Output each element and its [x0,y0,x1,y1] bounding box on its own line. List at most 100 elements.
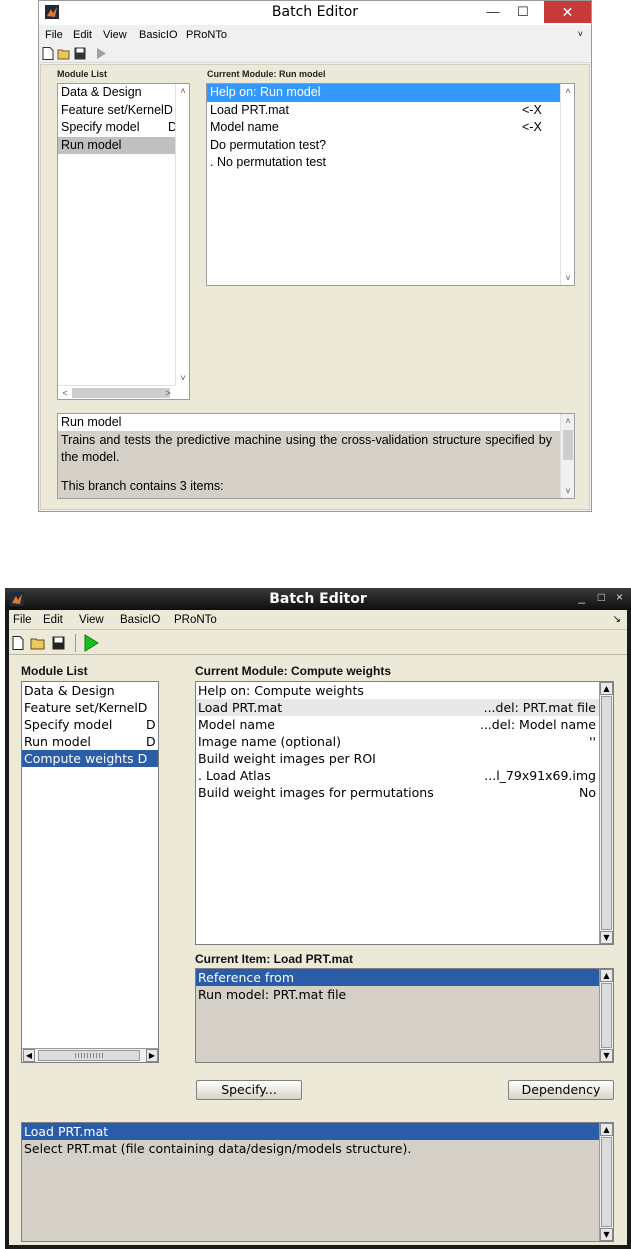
menu-edit[interactable]: Edit [73,29,92,41]
item-help[interactable]: Help on: Compute weights [196,682,599,699]
current-module-scrollbar[interactable]: ˄ ˅ [560,84,574,285]
open-folder-icon[interactable] [57,47,71,60]
scroll-left-icon[interactable]: < [58,386,72,399]
item-load-prt[interactable]: Load PRT.mat ...del: PRT.mat file [196,699,599,716]
item-help[interactable]: Help on: Run model [207,84,560,102]
scroll-right-icon[interactable]: > [161,386,175,399]
minimize-icon[interactable]: _ [578,590,585,604]
module-list-hscrollbar[interactable]: ◀ ▶ [22,1048,158,1062]
menu-basicio[interactable]: BasicIO [120,614,160,626]
help-scroll-thumb[interactable] [563,430,573,460]
current-item-list[interactable]: Reference from Run model: PRT.mat file ▲… [195,968,614,1063]
run-icon[interactable] [95,47,107,60]
scroll-down-icon[interactable]: ▼ [600,931,613,944]
menu-basicio[interactable]: BasicIO [139,29,178,41]
item-no-permutation[interactable]: . No permutation test [207,154,574,172]
chevron-down-icon[interactable]: ˅ [578,29,583,39]
item-image-name[interactable]: Image name (optional) '' [196,733,599,750]
module-list-scrollbar[interactable]: ˄ ˅ [175,84,189,385]
item-build-per-roi[interactable]: Build weight images per ROI [196,750,599,767]
scroll-down-icon[interactable]: ˅ [561,484,574,498]
item-permutation[interactable]: Do permutation test? [207,137,574,155]
help-title: Load PRT.mat [22,1123,599,1140]
current-module-list[interactable]: Help on: Compute weights Load PRT.mat...… [195,681,614,945]
close-icon[interactable]: × [616,590,623,604]
scroll-up-icon[interactable]: ˄ [561,84,574,98]
open-folder-icon[interactable] [30,636,46,650]
help-text: Select PRT.mat (file containing data/des… [24,1141,412,1156]
scroll-thumb[interactable] [601,983,612,1048]
module-item-data-design[interactable]: Data & Design [22,682,158,699]
menu-view[interactable]: View [103,29,127,41]
save-icon[interactable] [52,636,65,650]
chevron-down-icon[interactable]: ↘ [613,614,621,625]
current-module-list[interactable]: Help on: Run model Load PRT.mat <-X Model… [206,83,575,286]
module-item-feature-set[interactable]: Feature set/KernelD [22,699,158,716]
scroll-down-icon[interactable]: ˅ [176,371,189,385]
module-item-feature-set[interactable]: Feature set/KernelD [58,102,189,120]
window-title: Batch Editor [269,591,367,607]
module-list-hscrollbar[interactable]: < > [58,385,175,399]
current-item-label: Current Item: Load PRT.mat [195,952,354,966]
minimize-icon[interactable]: — [479,1,507,23]
maximize-icon[interactable]: □ [598,590,605,604]
module-item-specify-model[interactable]: Specify model D [22,716,158,733]
scroll-left-icon[interactable]: ◀ [23,1049,35,1062]
module-list-label: Module List [57,69,107,79]
current-item-scrollbar[interactable]: ▲ ▼ [599,969,613,1062]
menu-file[interactable]: File [45,29,63,41]
item-load-atlas[interactable]: . Load Atlas ...l_79x91x69.img [196,767,599,784]
batch-editor-panel: Module List Current Module: Compute weig… [9,656,627,1245]
scroll-down-icon[interactable]: ▼ [600,1228,613,1241]
maximize-icon[interactable]: ☐ [509,1,537,23]
hscroll-thumb[interactable] [38,1050,140,1061]
scroll-up-icon[interactable]: ▲ [600,1123,613,1136]
item-load-prt[interactable]: Load PRT.mat <-X [207,102,574,120]
module-item-specify-model[interactable]: Specify model D [58,119,189,137]
dependency-button[interactable]: Dependency [508,1080,614,1100]
scroll-up-icon[interactable]: ˄ [176,84,189,98]
scroll-thumb[interactable] [601,1137,612,1227]
module-item-data-design[interactable]: Data & Design [58,84,189,102]
menu-pronto[interactable]: PRoNTo [174,614,217,626]
title-bar[interactable]: Batch Editor — ☐ ✕ [39,1,591,25]
item-model-name[interactable]: Model name ...del: Model name [196,716,599,733]
module-list[interactable]: Data & Design Feature set/KernelD Specif… [57,83,190,400]
module-item-run-model[interactable]: Run model [58,136,189,154]
menu-file[interactable]: File [13,614,32,626]
batch-editor-window-2: Batch Editor _ □ × File Edit View BasicI… [5,588,631,1249]
menu-pronto[interactable]: PRoNTo [186,29,227,41]
hscroll-thumb[interactable] [72,388,170,398]
close-icon[interactable]: ✕ [544,1,591,23]
scroll-down-icon[interactable]: ▼ [600,1049,613,1062]
help-more: This branch contains 3 items: [61,479,224,493]
scroll-down-icon[interactable]: ˅ [561,271,574,285]
module-list[interactable]: Data & Design Feature set/KernelD Specif… [21,681,159,1063]
current-item-run-model-ref[interactable]: Run model: PRT.mat file [196,986,599,1003]
new-file-icon[interactable] [12,636,24,650]
scroll-thumb[interactable] [601,696,612,930]
specify-button[interactable]: Specify... [196,1080,302,1100]
menu-view[interactable]: View [79,614,104,626]
help-scrollbar[interactable]: ˄ ˅ [560,414,574,498]
item-build-permutations[interactable]: Build weight images for permutations No [196,784,599,801]
module-item-run-model[interactable]: Run model D [22,733,158,750]
scroll-up-icon[interactable]: ▲ [600,969,613,982]
help-text: Trains and tests the predictive machine … [61,433,552,464]
scroll-right-icon[interactable]: ▶ [146,1049,158,1062]
scroll-up-icon[interactable]: ˄ [561,414,574,428]
run-icon[interactable] [83,634,99,652]
toolbar [9,631,627,655]
current-item-reference-from[interactable]: Reference from [196,969,599,986]
menu-edit[interactable]: Edit [43,614,63,626]
new-file-icon[interactable] [42,47,54,60]
toolbar-separator [75,634,76,652]
current-module-scrollbar[interactable]: ▲ ▼ [599,682,613,944]
save-icon[interactable] [74,47,86,60]
scroll-up-icon[interactable]: ▲ [600,682,613,695]
menu-bar: File Edit View BasicIO PRoNTo ↘ [9,610,627,630]
help-scrollbar[interactable]: ▲ ▼ [599,1123,613,1241]
module-item-compute-weights[interactable]: Compute weights D [22,750,158,767]
item-model-name[interactable]: Model name <-X [207,119,574,137]
title-bar[interactable]: Batch Editor _ □ × [5,588,631,610]
